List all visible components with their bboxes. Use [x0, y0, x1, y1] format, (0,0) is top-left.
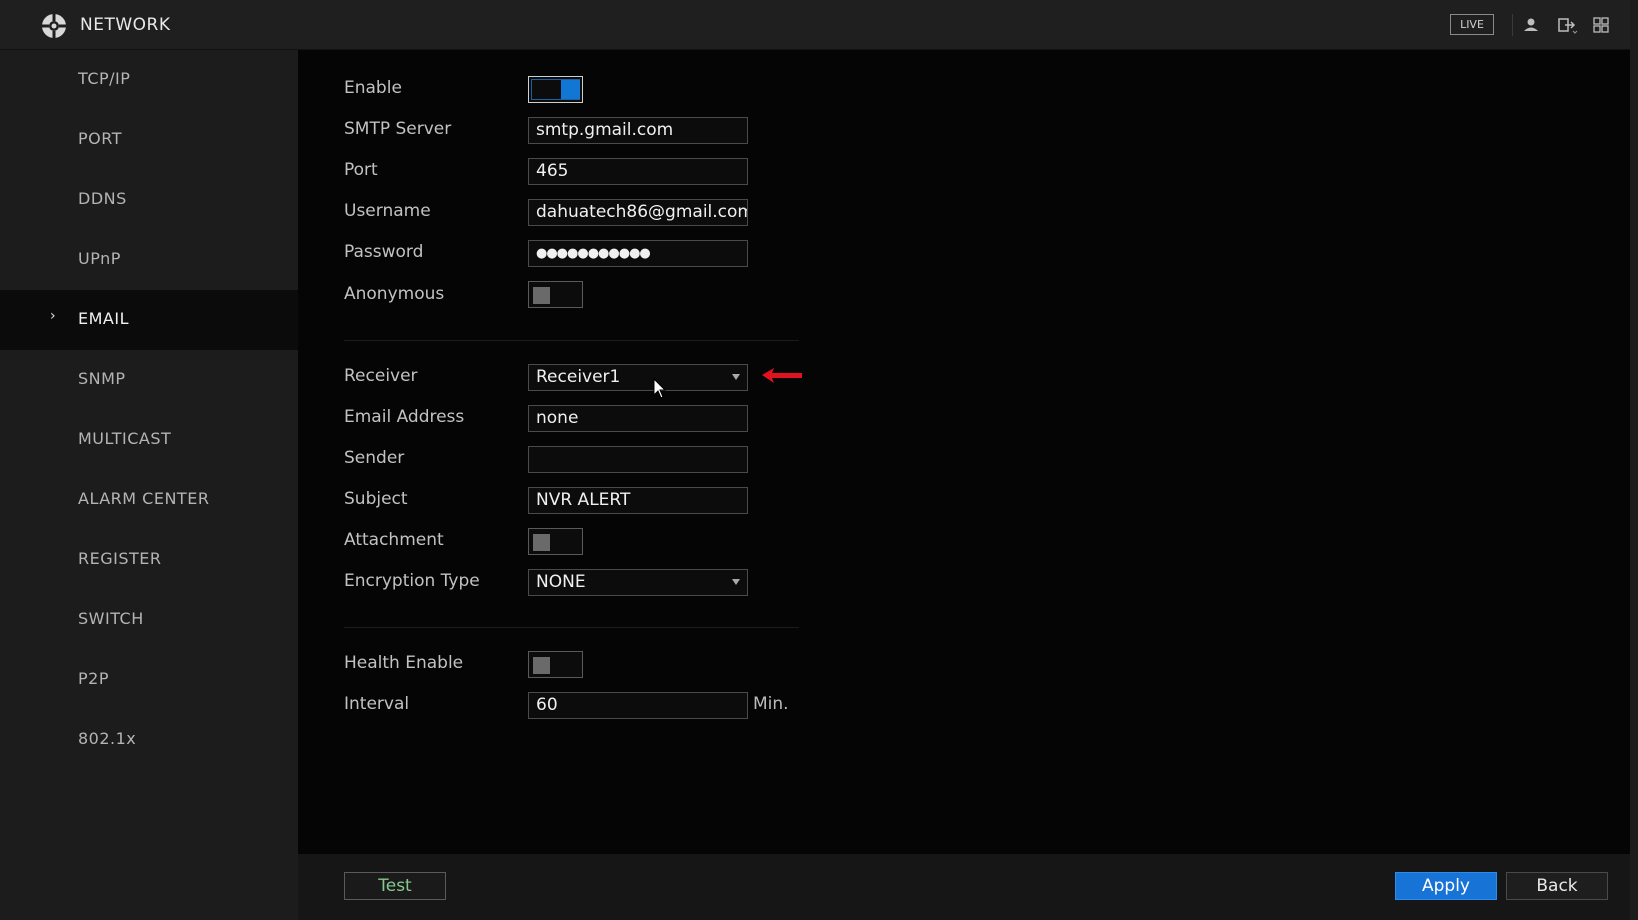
toggle-knob: [533, 657, 550, 674]
interval-label: Interval: [344, 694, 410, 714]
toggle-knob: [561, 80, 580, 99]
sidebar-item-8021x[interactable]: 802.1x: [0, 710, 298, 770]
grid-menu-icon[interactable]: [1590, 14, 1612, 36]
toggle-knob: [533, 287, 550, 304]
sidebar-item-label: REGISTER: [78, 549, 162, 568]
logout-icon[interactable]: [1556, 14, 1578, 36]
sidebar-item-label: SNMP: [78, 369, 126, 388]
chevron-right-icon: ›: [50, 308, 56, 324]
page-title: NETWORK: [80, 15, 171, 35]
port-input[interactable]: 465: [528, 158, 748, 185]
email-address-label: Email Address: [344, 407, 465, 427]
sidebar-item-label: MULTICAST: [78, 429, 172, 448]
password-label: Password: [344, 242, 424, 262]
user-icon[interactable]: [1520, 14, 1542, 36]
smtp-server-input[interactable]: smtp.gmail.com: [528, 117, 748, 144]
annotation-arrow-icon: [762, 368, 802, 383]
sidebar-item-label: P2P: [78, 669, 109, 688]
sidebar-item-label: PORT: [78, 129, 122, 148]
network-logo-icon: [42, 14, 66, 38]
live-button[interactable]: LIVE: [1450, 14, 1494, 35]
sender-input[interactable]: [528, 446, 748, 473]
health-enable-toggle[interactable]: [528, 651, 583, 678]
sidebar-item-label: DDNS: [78, 189, 127, 208]
sidebar-item-label: UPnP: [78, 249, 121, 268]
enable-toggle[interactable]: [528, 76, 583, 103]
toggle-knob: [533, 534, 550, 551]
receiver-select[interactable]: Receiver1: [528, 364, 748, 391]
back-button[interactable]: Back: [1506, 872, 1608, 900]
sidebar-item-multicast[interactable]: MULTICAST: [0, 410, 298, 470]
dropdown-caret-icon: [732, 374, 740, 380]
sidebar-item-email[interactable]: › EMAIL: [0, 290, 298, 350]
sidebar-item-tcpip[interactable]: TCP/IP: [0, 50, 298, 110]
sidebar-item-label: 802.1x: [78, 729, 137, 748]
encryption-type-label: Encryption Type: [344, 571, 480, 591]
email-address-input[interactable]: none: [528, 405, 748, 432]
password-input[interactable]: ●●●●●●●●●●●: [528, 240, 748, 267]
apply-button[interactable]: Apply: [1395, 872, 1497, 900]
sidebar: TCP/IP PORT DDNS UPnP › EMAIL SNMP MULTI…: [0, 50, 298, 920]
toolbar-divider: [1512, 14, 1513, 36]
section-divider: [344, 340, 799, 341]
top-bar: NETWORK LIVE: [0, 0, 1638, 50]
sidebar-item-label: TCP/IP: [78, 69, 131, 88]
health-enable-label: Health Enable: [344, 653, 464, 673]
sidebar-item-p2p[interactable]: P2P: [0, 650, 298, 710]
smtp-server-label: SMTP Server: [344, 119, 452, 139]
section-divider: [344, 627, 799, 628]
sidebar-item-ddns[interactable]: DDNS: [0, 170, 298, 230]
encryption-type-select[interactable]: NONE: [528, 569, 748, 596]
footer-bar: Test Apply Back: [298, 854, 1630, 920]
sidebar-item-label: ALARM CENTER: [78, 489, 210, 508]
sidebar-item-alarm-center[interactable]: ALARM CENTER: [0, 470, 298, 530]
dropdown-caret-icon: [732, 579, 740, 585]
encryption-type-select-value: NONE: [536, 572, 586, 592]
attachment-label: Attachment: [344, 530, 444, 550]
sidebar-item-upnp[interactable]: UPnP: [0, 230, 298, 290]
email-settings-panel: Enable SMTP Server smtp.gmail.com Port 4…: [298, 50, 1630, 854]
window-edge: [1630, 0, 1638, 920]
sidebar-item-port[interactable]: PORT: [0, 110, 298, 170]
anonymous-label: Anonymous: [344, 284, 445, 304]
sidebar-item-register[interactable]: REGISTER: [0, 530, 298, 590]
sidebar-item-switch[interactable]: SWITCH: [0, 590, 298, 650]
mouse-cursor-icon: [653, 378, 667, 399]
port-label: Port: [344, 160, 378, 180]
sidebar-item-label: SWITCH: [78, 609, 144, 628]
subject-label: Subject: [344, 489, 408, 509]
attachment-toggle[interactable]: [528, 528, 583, 555]
interval-input[interactable]: 60: [528, 692, 748, 719]
test-button[interactable]: Test: [344, 872, 446, 900]
enable-label: Enable: [344, 78, 402, 98]
subject-input[interactable]: NVR ALERT: [528, 487, 748, 514]
sidebar-item-label: EMAIL: [78, 309, 129, 328]
sender-label: Sender: [344, 448, 405, 468]
username-label: Username: [344, 201, 431, 221]
receiver-select-value: Receiver1: [536, 367, 621, 387]
receiver-label: Receiver: [344, 366, 418, 386]
sidebar-item-snmp[interactable]: SNMP: [0, 350, 298, 410]
anonymous-toggle[interactable]: [528, 281, 583, 308]
username-input[interactable]: dahuatech86@gmail.com: [528, 199, 748, 226]
interval-unit: Min.: [753, 694, 789, 714]
